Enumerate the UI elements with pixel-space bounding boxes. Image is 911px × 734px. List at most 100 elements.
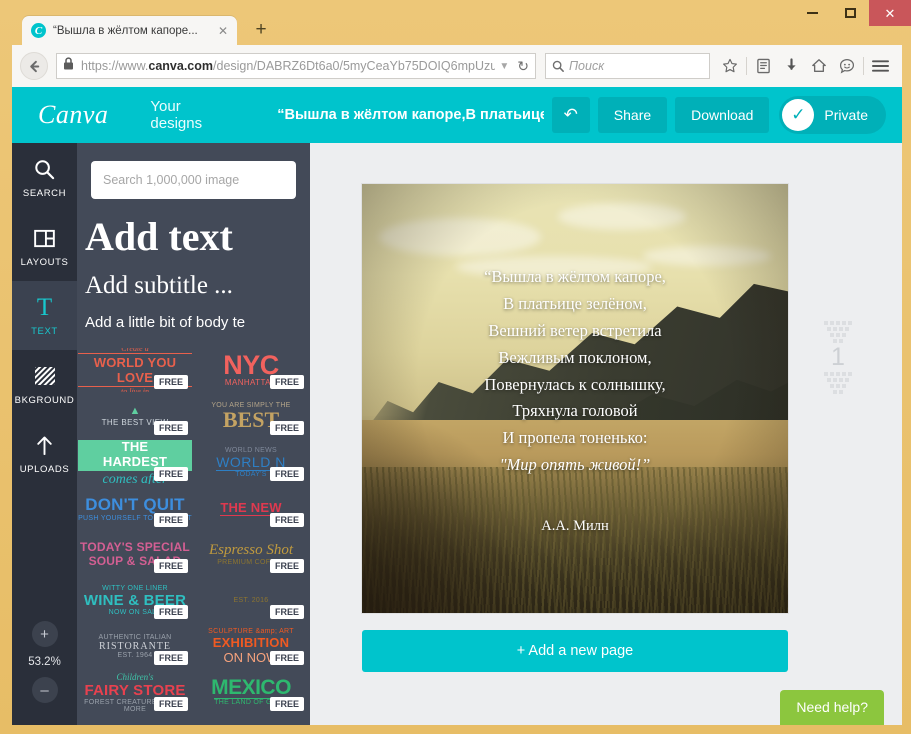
url-text: https://www.canva.com/design/DABRZ6Dt6a0… xyxy=(81,59,496,73)
text-template-item[interactable]: NYC MANHATTAN FREE xyxy=(194,348,308,392)
free-badge: FREE xyxy=(269,697,304,711)
text-template-item[interactable]: ▲ THE BEST VIEW FREE xyxy=(78,394,192,438)
text-template-item[interactable]: MEXICO THE LAND OF GODS FREE xyxy=(194,670,308,714)
back-button[interactable] xyxy=(20,52,48,80)
download-button[interactable]: Download xyxy=(675,97,770,133)
text-template-item[interactable]: EST. 2016 FREE xyxy=(194,578,308,622)
url-bar[interactable]: https://www.canva.com/design/DABRZ6Dt6a0… xyxy=(56,53,536,79)
text-template-item[interactable]: THE xyxy=(78,716,192,725)
template-line-1: Children's xyxy=(116,671,154,682)
template-line-3: TODAY'S xyxy=(235,470,267,478)
undo-button[interactable]: ↶ xyxy=(551,97,590,133)
navigation-toolbar: https://www.canva.com/design/DABRZ6Dt6a0… xyxy=(12,45,902,87)
free-badge: FREE xyxy=(269,559,304,573)
sidebar-item-bkground[interactable]: BKGROUND xyxy=(12,350,77,419)
canva-favicon: C xyxy=(31,23,46,38)
smiley-icon[interactable] xyxy=(833,52,861,80)
browser-search-box[interactable]: Поиск xyxy=(545,53,710,79)
sidebar-label-text: TEXT xyxy=(31,326,58,337)
new-tab-button[interactable]: + xyxy=(250,20,272,42)
poem-line: Вежливым поклоном, xyxy=(498,347,652,367)
free-badge: FREE xyxy=(153,513,188,527)
add-heading-option[interactable]: Add text xyxy=(77,199,310,257)
document-title[interactable]: “Вышла в жёлтом капоре,В платьице xyxy=(277,107,544,123)
lock-icon xyxy=(63,57,77,75)
zoom-value: 53.2% xyxy=(28,656,61,668)
text-template-item[interactable]: WILL BE ONE DAY FREE xyxy=(194,716,308,725)
free-badge: FREE xyxy=(269,421,304,435)
free-badge: FREE xyxy=(153,651,188,665)
free-badge: FREE xyxy=(153,375,188,389)
menu-icon[interactable] xyxy=(866,52,894,80)
url-dropdown-icon[interactable]: ▼ xyxy=(495,61,513,72)
template-line-1: EST. 2016 xyxy=(233,596,269,604)
text-template-item[interactable]: WITTY ONE LINER WINE & BEER NOW ON SALE … xyxy=(78,578,192,622)
sidebar-item-search[interactable]: SEARCH xyxy=(12,143,77,212)
text-template-item[interactable]: AUTHENTIC ITALIAN RISTORANTE EST. 1964 F… xyxy=(78,624,192,668)
text-template-grid: Create a WORLD YOU LOVE to live in FREE … xyxy=(77,348,310,725)
text-template-item[interactable]: TODAY'S SPECIAL SOUP & SALAD FREE xyxy=(78,532,192,576)
page-down-icon[interactable] xyxy=(816,372,860,394)
background-icon xyxy=(34,363,56,389)
sidebar-item-text[interactable]: T TEXT xyxy=(12,281,77,350)
sidebar-item-layouts[interactable]: LAYOUTS xyxy=(12,212,77,281)
poem-line: Тряхнула головой xyxy=(512,401,638,421)
text-template-item[interactable]: Create a WORLD YOU LOVE to live in FREE xyxy=(78,348,192,392)
privacy-toggle[interactable]: ✓ Private xyxy=(779,96,886,134)
zoom-in-button[interactable]: + xyxy=(31,621,58,647)
free-badge: FREE xyxy=(153,697,188,711)
sidebar-label-uploads: UPLOADS xyxy=(19,464,70,475)
text-template-item[interactable]: WORLD NEWS WORLD N TODAY'S FREE xyxy=(194,440,308,484)
back-arrow-icon xyxy=(29,60,39,72)
text-template-item[interactable]: THE NEW FREE xyxy=(194,486,308,530)
toolbar-icons xyxy=(716,52,894,80)
browser-search-placeholder: Поиск xyxy=(569,59,605,73)
sidebar-label-search: SEARCH xyxy=(22,188,67,199)
reload-icon[interactable]: ↻ xyxy=(513,58,529,75)
text-icon: T xyxy=(36,293,53,321)
text-template-item[interactable]: SCULPTURE &amp; ART EXHIBITION ON NOW FR… xyxy=(194,624,308,668)
privacy-label: Private xyxy=(824,107,868,123)
home-icon[interactable] xyxy=(805,52,833,80)
download-icon[interactable] xyxy=(777,52,805,80)
panel-search-input[interactable]: Search 1,000,000 image xyxy=(91,161,296,199)
design-artboard[interactable]: “Вышла в жёлтом капоре, В платьице зелён… xyxy=(362,184,788,613)
free-badge: FREE xyxy=(153,605,188,619)
library-icon[interactable] xyxy=(749,52,777,80)
zoom-out-button[interactable]: – xyxy=(31,677,58,703)
poem-text-block[interactable]: “Вышла в жёлтом капоре, В платьице зелён… xyxy=(362,184,788,613)
panel-search-placeholder: Search 1,000,000 image xyxy=(103,173,240,187)
template-line-2: Espresso Shot xyxy=(208,542,294,558)
need-help-button[interactable]: Need help? xyxy=(780,690,884,725)
template-line-1: WITTY ONE LINER xyxy=(102,584,168,592)
free-badge: FREE xyxy=(153,467,188,481)
template-line-2: DON'T QUIT xyxy=(85,494,185,514)
free-badge: FREE xyxy=(153,421,188,435)
text-template-item[interactable]: Children's FAIRY STORE FOREST CREATURES … xyxy=(78,670,192,714)
tab-close-icon[interactable]: ✕ xyxy=(215,24,231,38)
browser-tab[interactable]: C “Вышла в жёлтом капоре... ✕ xyxy=(22,16,237,45)
browser-window: ✕ C “Вышла в жёлтом капоре... ✕ + https:… xyxy=(0,0,911,734)
canva-logo[interactable]: Canva xyxy=(38,100,108,130)
sidebar-item-uploads[interactable]: UPLOADS xyxy=(12,419,77,488)
add-new-page-button[interactable]: + Add a new page xyxy=(362,630,788,672)
poem-line: Вешний ветер встретила xyxy=(488,320,662,340)
share-button[interactable]: Share xyxy=(597,97,668,133)
add-subtitle-option[interactable]: Add subtitle ... xyxy=(77,257,310,298)
star-icon[interactable] xyxy=(716,52,744,80)
app-body: SEARCH LAYOUTS T TEXT BKGROUND UPLOADS +… xyxy=(12,143,902,725)
template-line-2: THE HARDEST xyxy=(78,440,192,471)
free-badge: FREE xyxy=(269,605,304,619)
upload-icon xyxy=(34,432,55,458)
minimize-icon xyxy=(806,12,818,14)
text-template-item[interactable]: DON'T QUIT PUSH YOURSELF TO THE LIMIT FR… xyxy=(78,486,192,530)
text-template-item[interactable]: Espresso Shot PREMIUM COFFEE FREE xyxy=(194,532,308,576)
free-badge: FREE xyxy=(269,513,304,527)
template-line-1: AUTHENTIC ITALIAN xyxy=(98,633,172,641)
your-designs-link[interactable]: Your designs xyxy=(150,98,235,132)
add-body-text-option[interactable]: Add a little bit of body te xyxy=(77,298,310,331)
text-template-item[interactable]: YOU ARE SIMPLY THE BEST FREE xyxy=(194,394,308,438)
template-line-3: EST. 1964 xyxy=(117,651,153,659)
text-template-item[interactable]: THE HARDEST comes after FREE xyxy=(78,440,192,484)
page-up-icon[interactable] xyxy=(816,321,860,343)
